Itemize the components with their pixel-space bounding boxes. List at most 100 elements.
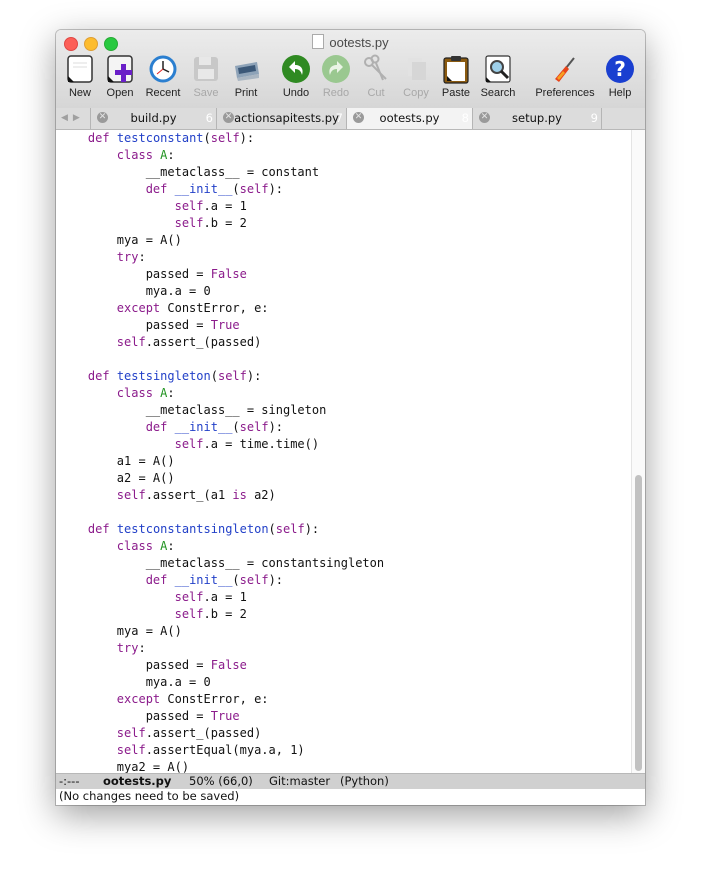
help-button[interactable]: ? Help xyxy=(604,54,636,99)
redo-button[interactable]: Redo xyxy=(320,54,352,99)
boolean-token: True xyxy=(210,318,240,332)
save-label: Save xyxy=(193,87,219,99)
open-document-icon xyxy=(105,54,135,84)
code-token: .a = time.time() xyxy=(203,437,320,451)
self-token: self xyxy=(239,573,269,587)
help-icon: ? xyxy=(605,54,635,84)
code-line[interactable]: self.a = 1 xyxy=(59,589,384,606)
code-line[interactable]: self.a = 1 xyxy=(59,198,384,215)
code-line[interactable]: except ConstError, e: xyxy=(59,300,384,317)
function-name-token: __init__ xyxy=(174,420,233,434)
code-line[interactable]: self.b = 2 xyxy=(59,215,384,232)
open-button[interactable]: Open xyxy=(104,54,136,99)
undo-label: Undo xyxy=(282,87,310,99)
tab-scroll-arrows[interactable]: ◀▶ xyxy=(61,112,85,123)
code-line[interactable]: except ConstError, e: xyxy=(59,691,384,708)
code-line[interactable]: mya.a = 0 xyxy=(59,674,384,691)
code-line[interactable]: __metaclass__ = constantsingleton xyxy=(59,555,384,572)
code-line[interactable]: mya.a = 0 xyxy=(59,283,384,300)
open-label: Open xyxy=(106,87,134,99)
undo-button[interactable]: Undo xyxy=(280,54,312,99)
tab-label: setup.py xyxy=(512,111,562,125)
modeline-vcs: Git:master xyxy=(269,774,331,788)
code-line[interactable]: a2 = A() xyxy=(59,470,384,487)
code-line[interactable]: passed = True xyxy=(59,708,384,725)
copy-button[interactable]: Copy xyxy=(400,54,432,99)
code-token: ( xyxy=(268,522,276,536)
code-token: a2) xyxy=(246,488,276,502)
keyword-token: def xyxy=(87,522,110,536)
code-line[interactable]: def testsingleton(self): xyxy=(59,368,384,385)
tab-label: ootests.py xyxy=(379,111,440,125)
code-line[interactable]: self.assertEqual(mya.a, 1) xyxy=(59,742,384,759)
self-token: self xyxy=(174,607,204,621)
code-line[interactable]: self.assert_(passed) xyxy=(59,725,384,742)
vertical-scrollbar[interactable] xyxy=(631,130,645,773)
keyword-token: except xyxy=(116,301,161,315)
code-text[interactable]: def testconstant(self): class A: __metac… xyxy=(59,130,384,773)
svg-text:?: ? xyxy=(614,57,626,81)
code-line[interactable]: a1 = A() xyxy=(59,453,384,470)
undo-icon xyxy=(281,54,311,84)
code-line[interactable]: self.b = 2 xyxy=(59,606,384,623)
minibuffer[interactable]: (No changes need to be saved) xyxy=(56,789,645,805)
tab-actionsapitests-py[interactable]: ✕ actionsapitests.py 7 xyxy=(216,108,346,129)
paste-button[interactable]: Paste xyxy=(440,54,472,99)
code-line[interactable]: self.assert_(a1 is a2) xyxy=(59,487,384,504)
preferences-button[interactable]: Preferences xyxy=(532,54,598,99)
print-button[interactable]: Print xyxy=(230,54,262,99)
code-token: mya = A() xyxy=(59,624,182,638)
recent-button[interactable]: Recent xyxy=(144,54,182,99)
modeline-flags: -:--- xyxy=(59,774,80,788)
code-line[interactable]: mya = A() xyxy=(59,232,384,249)
search-button[interactable]: Search xyxy=(480,54,516,99)
code-line[interactable]: def __init__(self): xyxy=(59,419,384,436)
minibuffer-message: (No changes need to be saved) xyxy=(59,789,240,803)
tab-setup-py[interactable]: ✕ setup.py 9 xyxy=(472,108,602,129)
code-line[interactable]: passed = False xyxy=(59,657,384,674)
code-line[interactable]: try: xyxy=(59,640,384,657)
code-line[interactable]: passed = True xyxy=(59,317,384,334)
keyword-token: class xyxy=(116,539,153,553)
code-line[interactable]: mya = A() xyxy=(59,623,384,640)
code-line[interactable]: passed = False xyxy=(59,266,384,283)
code-line[interactable]: class A: xyxy=(59,147,384,164)
code-token: : xyxy=(167,386,175,400)
code-line[interactable]: class A: xyxy=(59,385,384,402)
cut-button[interactable]: Cut xyxy=(360,54,392,99)
code-line[interactable]: self.a = time.time() xyxy=(59,436,384,453)
code-line[interactable] xyxy=(59,504,384,521)
code-line[interactable]: def __init__(self): xyxy=(59,181,384,198)
save-button[interactable]: Save xyxy=(190,54,222,99)
code-editor[interactable]: def testconstant(self): class A: __metac… xyxy=(56,130,631,773)
new-button[interactable]: New xyxy=(64,54,96,99)
modeline-position: 50% (66,0) xyxy=(189,774,253,788)
code-line[interactable]: try: xyxy=(59,249,384,266)
code-line[interactable]: self.assert_(passed) xyxy=(59,334,384,351)
code-line[interactable]: class A: xyxy=(59,538,384,555)
code-token: .b = 2 xyxy=(203,216,247,230)
tab-build-py[interactable]: ✕ build.py 6 xyxy=(90,108,216,129)
code-line[interactable]: def __init__(self): xyxy=(59,572,384,589)
tab-ootests-py[interactable]: ✕ ootests.py 8 xyxy=(346,108,472,129)
code-token: ( xyxy=(232,573,240,587)
code-line[interactable]: def testconstantsingleton(self): xyxy=(59,521,384,538)
code-line[interactable]: __metaclass__ = singleton xyxy=(59,402,384,419)
code-line[interactable]: mya2 = A() xyxy=(59,759,384,773)
code-line[interactable] xyxy=(59,351,384,368)
tab-number: 7 xyxy=(335,111,343,125)
code-line[interactable]: def testconstant(self): xyxy=(59,130,384,147)
scrollbar-thumb[interactable] xyxy=(635,475,642,771)
paste-label: Paste xyxy=(441,87,471,99)
toolbar: New Open Recent Save Print Undo Redo Cut… xyxy=(56,54,645,106)
code-line[interactable]: __metaclass__ = constant xyxy=(59,164,384,181)
self-token: self xyxy=(116,726,146,740)
